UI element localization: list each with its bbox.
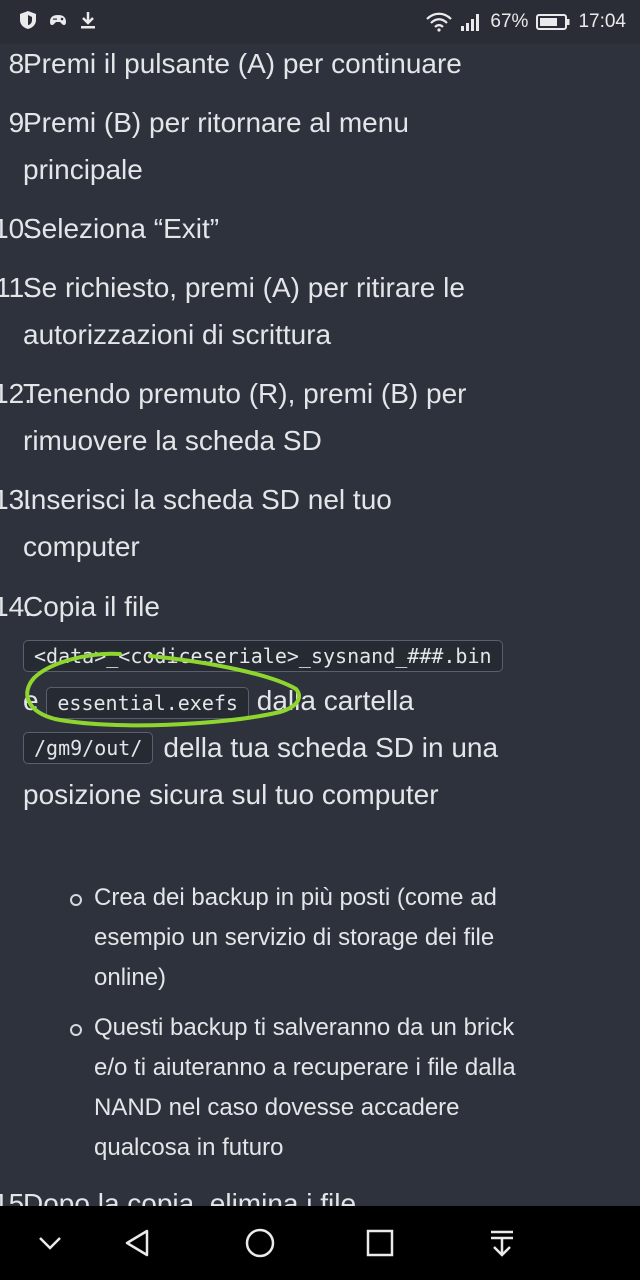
step-text: Se richiesto, premi (A) per ritirare le … [23, 272, 465, 350]
notification-pulldown-icon[interactable] [482, 1223, 522, 1263]
inline-code-backup-file: <data>_<codiceseriale>_sysnand_###.bin [23, 639, 503, 672]
step-text-part: e [23, 685, 39, 716]
step-text: Inserisci la scheda SD nel tuo computer [23, 484, 392, 562]
back-triangle-icon[interactable] [118, 1223, 158, 1263]
step-text-part: Copia il file [23, 591, 160, 622]
step-text: Dopo la copia, elimina i file [23, 1188, 357, 1206]
navigation-bar [0, 1206, 640, 1280]
battery-icon [536, 14, 570, 30]
signal-icon [461, 14, 480, 31]
inline-code-folder-path: /gm9/out/ [23, 732, 154, 764]
step-text: Premi (B) per ritornare al menu principa… [23, 107, 409, 185]
battery-percent: 67% [490, 11, 529, 32]
clock: 17:04 [578, 11, 626, 32]
shield-icon [20, 11, 36, 29]
bullet-circle-icon [70, 894, 82, 906]
home-circle-icon[interactable] [240, 1223, 280, 1263]
download-icon [81, 12, 95, 29]
sub-item-text: Crea dei backup in più posti (come ad es… [94, 884, 497, 991]
sub-item-text: Questi backup ti salveranno da un brick … [94, 1014, 516, 1161]
step-text-part: dalla cartella [256, 685, 414, 716]
game-controller-icon [50, 15, 66, 26]
step-text: Seleziona “Exit” [23, 213, 220, 244]
recents-square-icon[interactable] [360, 1223, 400, 1263]
step-text: Copia il file <data>_<codiceseriale>_sys… [23, 583, 623, 818]
bullet-circle-icon [70, 1024, 82, 1036]
wifi-icon [426, 12, 453, 32]
status-bar: 67% 17:04 [0, 0, 640, 44]
step-text: Premi il pulsante (A) per continuare [23, 48, 462, 79]
instructions-content[interactable]: 8. Premi il pulsante (A) per continuare … [0, 44, 640, 1206]
step-text: Tenendo premuto (R), premi (B) per rimuo… [23, 378, 467, 456]
chevron-down-icon[interactable] [30, 1223, 70, 1263]
inline-code-essential-exefs: essential.exefs [46, 686, 249, 719]
